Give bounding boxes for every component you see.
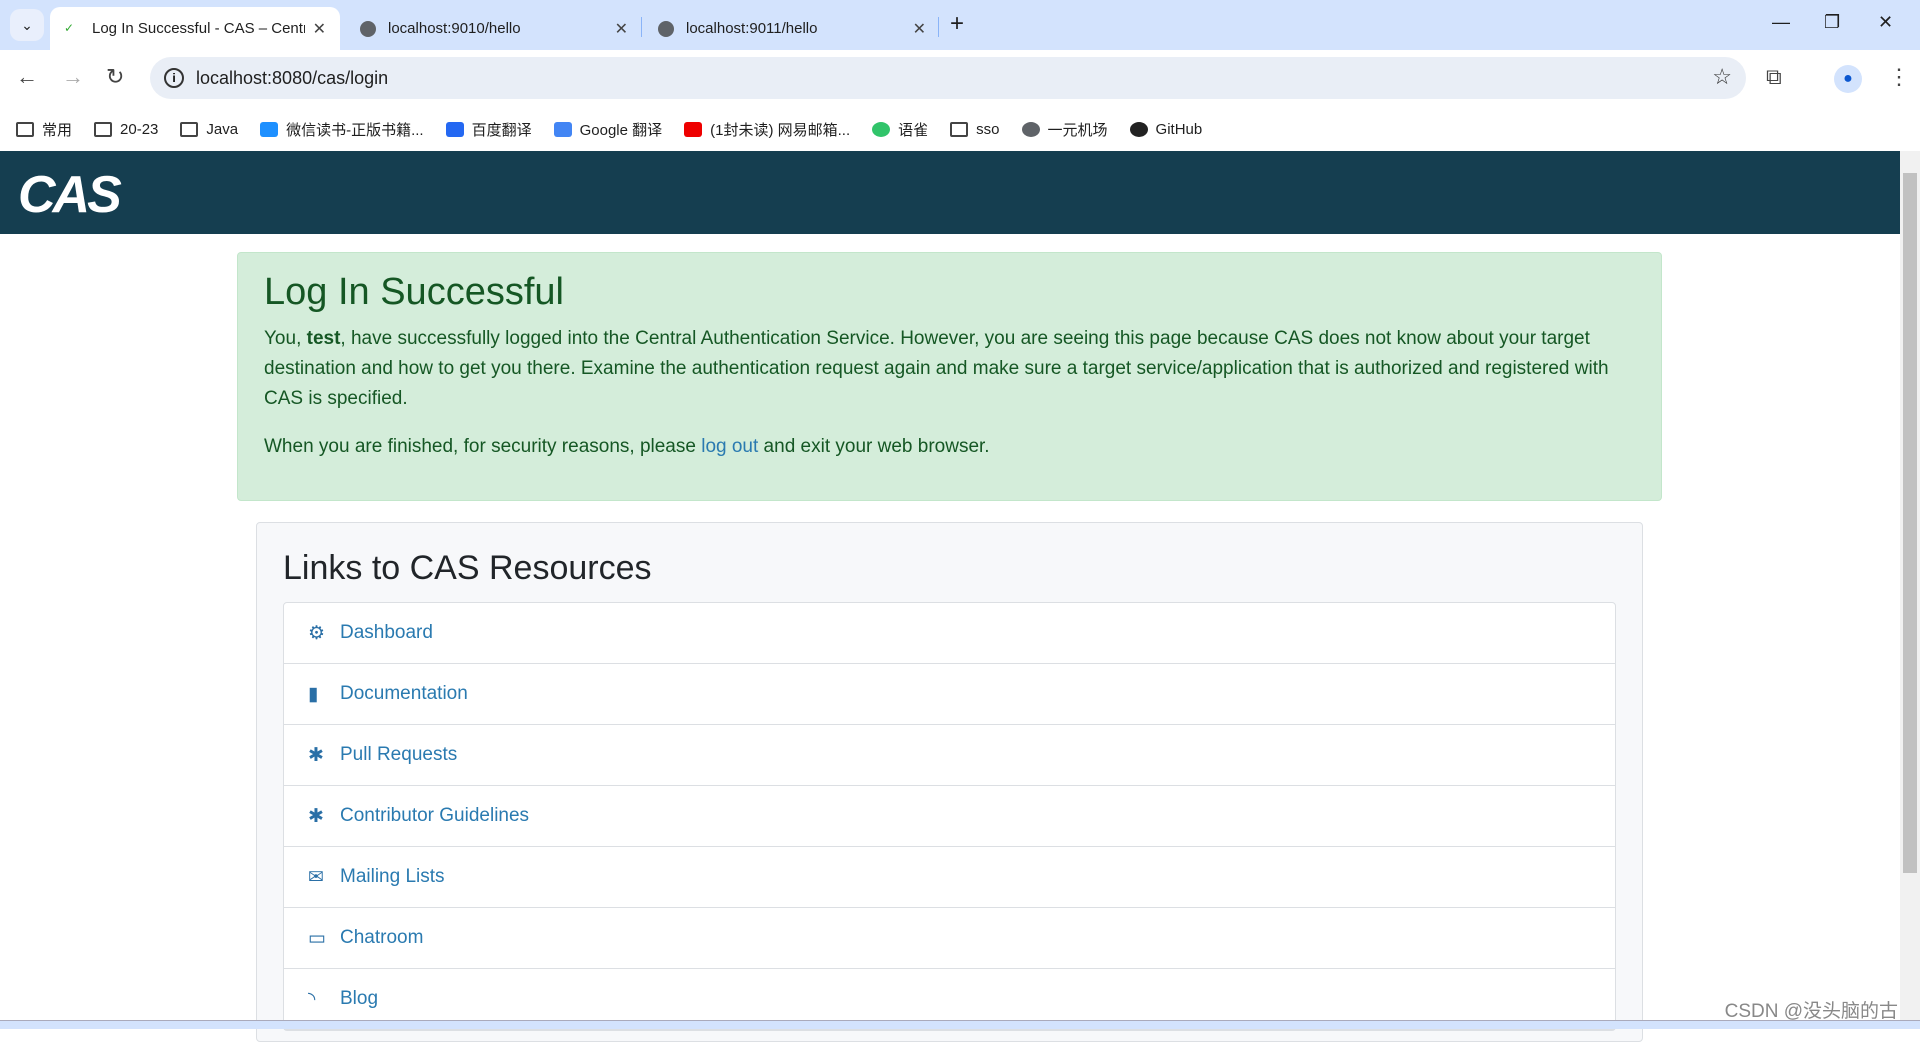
restore-button[interactable]: ❐ [1824, 12, 1840, 33]
tab-cas-login[interactable]: ✓ Log In Successful - CAS – Central Auth… [50, 7, 340, 50]
tab-search-button[interactable]: ⌄ [10, 9, 44, 41]
cas-favicon-icon: ✓ [64, 20, 75, 35]
logout-message: When you are finished, for security reas… [264, 436, 990, 457]
resources-card: Links to CAS Resources ⚙ Dashboard ▮ Docum… [256, 522, 1643, 1042]
bookmark-folder[interactable]: 常用 [16, 119, 72, 140]
bookmark-folder[interactable]: 20-23 [94, 121, 158, 138]
yuque-icon [872, 121, 891, 137]
bookmark[interactable]: GitHub [1129, 121, 1202, 138]
cas-header: CAS [0, 151, 1900, 234]
resources-title: Links to CAS Resources [283, 549, 652, 587]
logout-link[interactable]: log out [701, 436, 758, 457]
resource-chatroom[interactable]: ▭ Chatroom [284, 908, 1615, 969]
baidu-translate-icon [445, 121, 464, 137]
login-success-alert: Log In Successful You, test, have succes… [237, 252, 1662, 501]
close-tab-icon[interactable]: ✕ [313, 19, 326, 39]
globe-icon [360, 20, 376, 37]
success-message: You, test, have successfully logged into… [264, 328, 1609, 409]
success-title: Log In Successful [264, 271, 564, 313]
bookmark[interactable]: (1封未读) 网易邮箱... [684, 119, 850, 140]
resource-dashboard[interactable]: ⚙ Dashboard [284, 603, 1615, 664]
bookmark-folder[interactable]: Java [180, 121, 238, 138]
rss-icon: ◝ [308, 988, 316, 1010]
globe-icon [1021, 121, 1040, 137]
google-translate-icon [553, 121, 572, 137]
forward-button[interactable]: → [62, 64, 84, 90]
scrollbar[interactable] [1900, 151, 1920, 1020]
username: test [306, 328, 341, 349]
menu-icon[interactable]: ⋮ [1888, 64, 1910, 90]
weread-icon [260, 121, 279, 137]
scrollbar-thumb[interactable] [1903, 173, 1917, 873]
folder-icon [180, 121, 199, 137]
bookmark-star-icon[interactable]: ☆ [1712, 64, 1732, 90]
folder-icon [16, 121, 34, 137]
bookmark[interactable]: 一元机场 [1021, 119, 1108, 140]
tab-divider [938, 17, 939, 37]
address-bar[interactable]: i localhost:8080/cas/login ☆ [150, 57, 1746, 99]
comment-icon: ▭ [308, 927, 326, 949]
close-tab-icon[interactable]: ✕ [913, 19, 926, 39]
resources-list: ⚙ Dashboard ▮ Documentation ✱ Pull Requests… [283, 602, 1616, 1031]
tab-9011[interactable]: localhost:9011/hello ✕ [644, 7, 940, 50]
close-tab-icon[interactable]: ✕ [615, 19, 628, 39]
close-window-button[interactable]: ✕ [1878, 12, 1893, 33]
resource-documentation[interactable]: ▮ Documentation [284, 664, 1615, 725]
new-tab-button[interactable]: + [950, 10, 964, 38]
resource-mailing-lists[interactable]: ✉ Mailing Lists [284, 847, 1615, 908]
taskbar [0, 1020, 1920, 1029]
envelope-icon: ✉ [308, 866, 324, 888]
file-icon: ▮ [308, 683, 319, 705]
cogs-icon: ⚙ [308, 622, 326, 644]
bookmark[interactable]: 语雀 [872, 119, 928, 140]
watermark: CSDN @没头脑的古 [1724, 1001, 1898, 1022]
tab-divider [641, 17, 642, 37]
netease-mail-icon [684, 121, 703, 137]
bookmarks-bar: 常用 20-23 Java 微信读书-正版书籍... 百度翻译 Google 翻… [0, 108, 1920, 150]
bug-icon: ✱ [308, 805, 324, 827]
reload-button[interactable]: ↻ [106, 64, 124, 90]
folder-icon [94, 121, 113, 137]
github-icon [1129, 121, 1148, 137]
bookmark[interactable]: 百度翻译 [445, 119, 532, 140]
extensions-icon[interactable]: ⧉ [1766, 64, 1782, 90]
profile-avatar-icon[interactable]: ● [1834, 65, 1862, 93]
browser-toolbar: ← → ↻ i localhost:8080/cas/login ☆ ⧉ ● ⋮ [0, 50, 1920, 108]
folder-icon [950, 121, 969, 137]
globe-icon [658, 20, 674, 37]
resource-pull-requests[interactable]: ✱ Pull Requests [284, 725, 1615, 786]
bookmark[interactable]: Google 翻译 [553, 119, 662, 140]
tab-bar: ⌄ ✓ Log In Successful - CAS – Central Au… [0, 0, 1920, 50]
resource-contributor-guidelines[interactable]: ✱ Contributor Guidelines [284, 786, 1615, 847]
back-button[interactable]: ← [16, 64, 38, 90]
bug-icon: ✱ [308, 744, 324, 766]
info-icon[interactable]: i [164, 68, 184, 88]
cas-logo[interactable]: CAS [18, 165, 122, 225]
bookmark[interactable]: 微信读书-正版书籍... [260, 119, 424, 140]
minimize-button[interactable]: — [1772, 12, 1790, 33]
bookmark-folder[interactable]: sso [950, 121, 1000, 138]
tab-9010[interactable]: localhost:9010/hello ✕ [346, 7, 642, 50]
